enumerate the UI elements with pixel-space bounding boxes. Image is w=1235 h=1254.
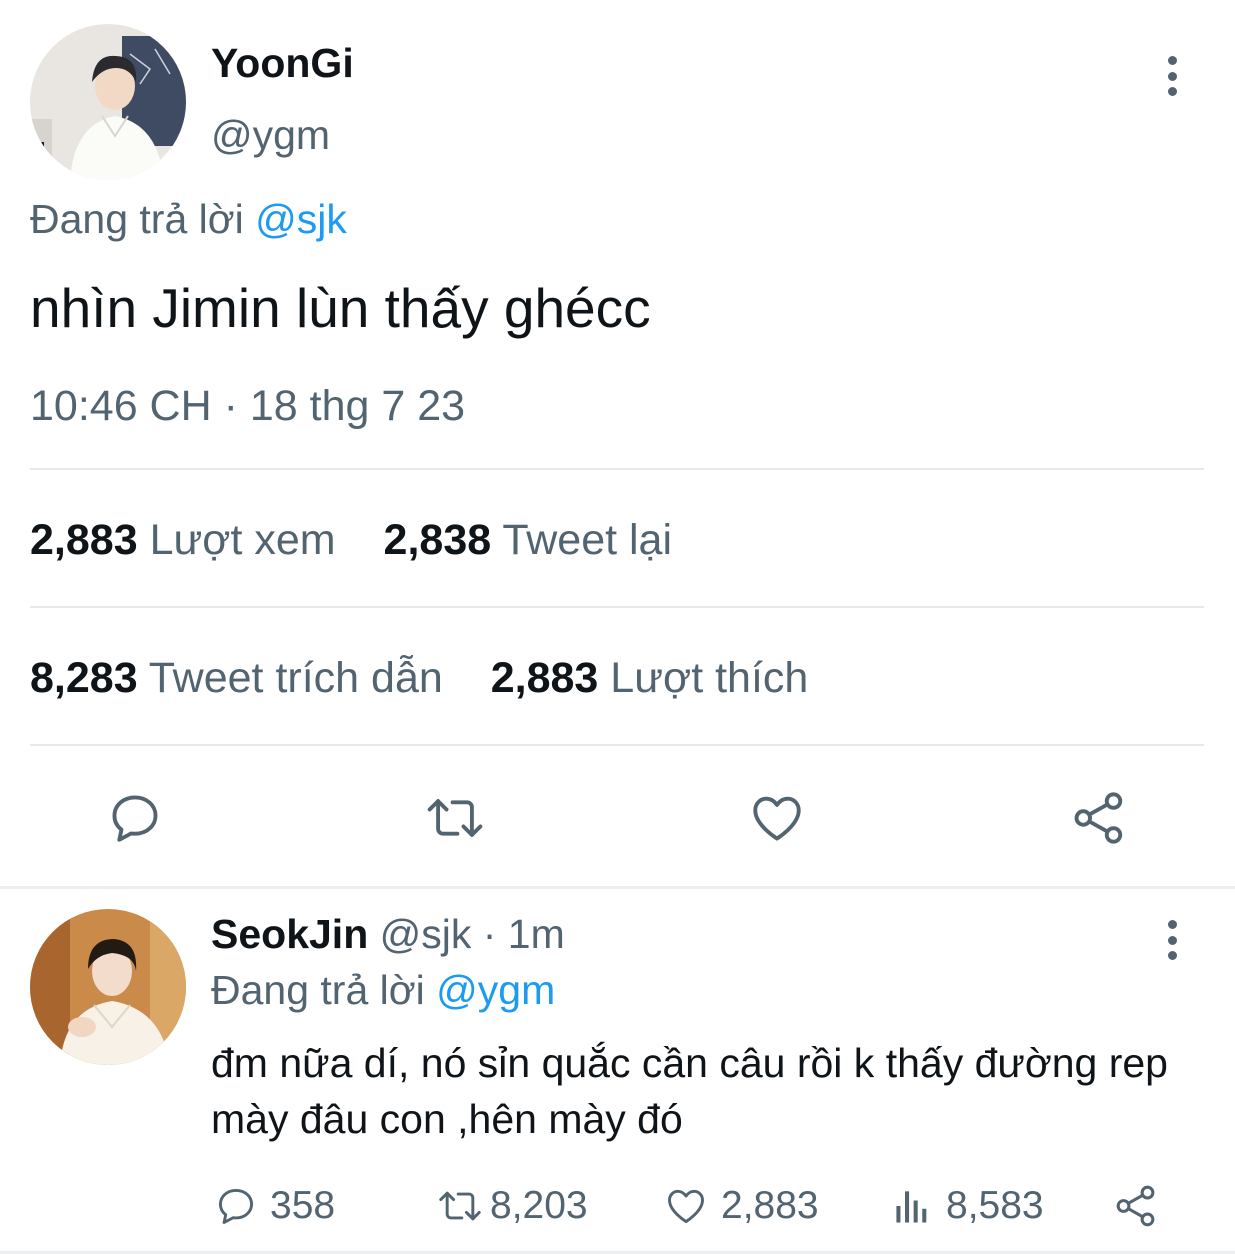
divider (30, 606, 1204, 608)
more-options-icon[interactable] (1157, 52, 1187, 100)
display-name[interactable]: SeokJin (211, 911, 368, 957)
stats-row-2: 8,283 Tweet trích dẫn 2,883 Lượt thích (30, 654, 844, 703)
tweet-timestamp[interactable]: 10:46 CH · 18 thg 7 23 (30, 382, 465, 431)
views-count: 8,583 (946, 1184, 1044, 1227)
share-icon[interactable] (1070, 789, 1128, 847)
replying-prefix: Đang trả lời (30, 196, 256, 242)
display-name[interactable]: YoonGi (211, 40, 354, 87)
mention-link[interactable]: @sjk (255, 196, 347, 242)
reply-tweet[interactable]: SeokJin @sjk · 1m Đang trả lời @ygm đm n… (0, 889, 1235, 1254)
views-stat[interactable]: 2,883 Lượt xem (30, 516, 336, 565)
like-button[interactable]: 2,883 (663, 1181, 819, 1231)
user-handle[interactable]: @ygm (211, 112, 330, 159)
tweet-text: đm nữa dí, nó sỉn quắc cần câu rồi k thấ… (211, 1040, 1168, 1142)
avatar[interactable] (30, 909, 186, 1065)
retweet-icon (439, 1191, 481, 1221)
reply-header: SeokJin @sjk · 1m (211, 911, 565, 958)
like-icon[interactable] (748, 789, 806, 847)
more-options-icon[interactable] (1157, 916, 1187, 964)
avatar[interactable] (30, 24, 186, 180)
views-icon (896, 1191, 927, 1223)
replying-prefix: Đang trả lời (211, 967, 437, 1013)
reply-button[interactable]: 358 (214, 1181, 335, 1231)
handle-and-time[interactable]: @sjk · 1m (368, 911, 565, 957)
like-count: 2,883 (721, 1184, 819, 1227)
reply-icon[interactable] (106, 789, 164, 847)
retweet-button[interactable]: 8,203 (436, 1181, 588, 1231)
like-icon (668, 1189, 704, 1224)
quotes-stat[interactable]: 8,283 Tweet trích dẫn (30, 654, 443, 703)
views-button[interactable]: 8,583 (890, 1181, 1044, 1231)
stats-row-1: 2,883 Lượt xem 2,838 Tweet lại (30, 516, 708, 565)
retweets-stat[interactable]: 2,838 Tweet lại (384, 516, 672, 565)
divider (30, 744, 1204, 746)
replying-to: Đang trả lời @ygm (211, 967, 555, 1014)
mention-link[interactable]: @ygm (436, 967, 555, 1013)
tweet-text: nhìn Jimin lùn thấy ghécc (30, 277, 651, 339)
retweet-count: 8,203 (490, 1184, 588, 1227)
reply-icon (218, 1188, 254, 1224)
share-button[interactable] (1113, 1181, 1159, 1231)
retweet-icon[interactable] (423, 789, 487, 847)
replying-to: Đang trả lời @sjk (30, 196, 347, 243)
divider (30, 468, 1204, 470)
reply-count: 358 (270, 1184, 336, 1227)
likes-stat[interactable]: 2,883 Lượt thích (491, 654, 809, 703)
share-icon (1116, 1185, 1155, 1227)
main-tweet: YoonGi @ygm Đang trả lời @sjk nhìn Jimin… (0, 0, 1235, 880)
